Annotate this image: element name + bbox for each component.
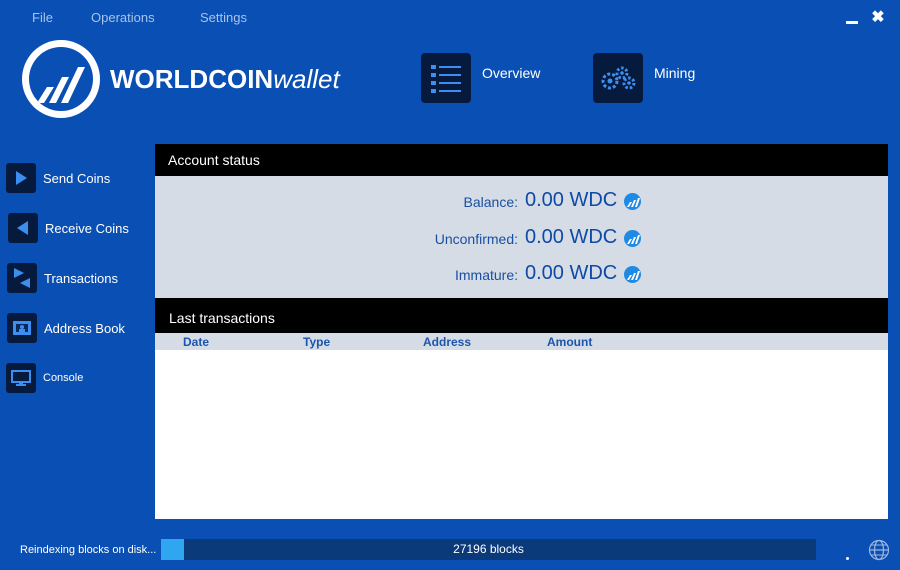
worldcoin-coin-icon (624, 230, 641, 247)
immature-value: 0.00 WDC (525, 262, 618, 284)
column-address[interactable]: Address (423, 335, 471, 349)
column-amount[interactable]: Amount (547, 335, 592, 349)
sidebar-item-label: Address Book (44, 320, 125, 336)
worldcoin-logo (22, 40, 100, 118)
tab-mining-label: Mining (654, 65, 696, 81)
minimize-button[interactable] (843, 8, 861, 26)
column-type[interactable]: Type (303, 335, 330, 349)
sidebar-item-label: Send Coins (43, 170, 111, 186)
immature-row: Immature: 0.00 WDC (155, 261, 888, 287)
balance-value: 0.00 WDC (525, 189, 618, 211)
logo-mark-icon (37, 67, 85, 103)
sync-progress-text: 27196 blocks (453, 542, 524, 556)
last-transactions-header: Last transactions (155, 298, 888, 333)
worldcoin-coin-icon (624, 193, 641, 210)
status-message: Reindexing blocks on disk... (20, 544, 157, 556)
unconfirmed-row: Unconfirmed: 0.00 WDC (155, 225, 888, 251)
immature-label: Immature: (454, 267, 518, 283)
menu-file[interactable]: File (32, 10, 53, 25)
sidebar-item-send-coins[interactable]: Send Coins (6, 162, 110, 194)
close-button[interactable]: ✖ (869, 8, 887, 26)
send-arrow-icon (6, 163, 36, 193)
account-status-header: Account status (155, 144, 888, 176)
close-icon: ✖ (871, 9, 885, 26)
unconfirmed-label: Unconfirmed: (434, 231, 518, 247)
account-status-title: Account status (168, 152, 260, 168)
brand-title: WORLDCOINwallet (110, 64, 340, 94)
gears-icon (593, 53, 643, 103)
column-date[interactable]: Date (183, 335, 209, 349)
monitor-icon (6, 363, 36, 393)
sidebar-item-console[interactable]: Console (6, 362, 83, 394)
brand-suffix: wallet (273, 64, 340, 94)
address-book-icon (7, 313, 37, 343)
sidebar-item-receive-coins[interactable]: Receive Coins (8, 212, 129, 244)
sidebar-item-label: Console (43, 372, 84, 384)
transactions-table-header: Date Type Address Amount (155, 333, 888, 350)
worldcoin-coin-icon (624, 266, 641, 283)
last-transactions-title: Last transactions (169, 310, 275, 326)
sidebar-item-address-book[interactable]: Address Book (7, 312, 125, 344)
tab-overview[interactable]: Overview (421, 52, 540, 104)
balance-label: Balance: (463, 194, 518, 210)
receive-arrow-icon (8, 213, 38, 243)
sidebar-item-label: Transactions (44, 270, 118, 286)
menu-settings[interactable]: Settings (200, 10, 247, 25)
unconfirmed-value: 0.00 WDC (525, 226, 618, 248)
sidebar-item-transactions[interactable]: Transactions (7, 262, 118, 294)
transactions-icon (7, 263, 37, 293)
account-status-panel: Balance: 0.00 WDC Unconfirmed: 0.00 WDC … (155, 176, 888, 298)
globe-icon[interactable] (868, 539, 890, 561)
balance-row: Balance: 0.00 WDC (155, 188, 888, 214)
minimize-icon (846, 20, 858, 24)
menu-operations[interactable]: Operations (91, 10, 155, 25)
brand-name: WORLDCOIN (110, 64, 274, 94)
transactions-list[interactable] (155, 350, 888, 519)
tab-overview-label: Overview (482, 65, 541, 81)
tab-mining[interactable]: Mining (593, 52, 695, 104)
list-icon (421, 53, 471, 103)
status-dot-icon (846, 557, 849, 560)
sidebar-item-label: Receive Coins (45, 220, 129, 236)
menu-bar: File Operations Settings ✖ (0, 0, 900, 34)
sync-progress-bar: 27196 blocks (161, 539, 816, 560)
